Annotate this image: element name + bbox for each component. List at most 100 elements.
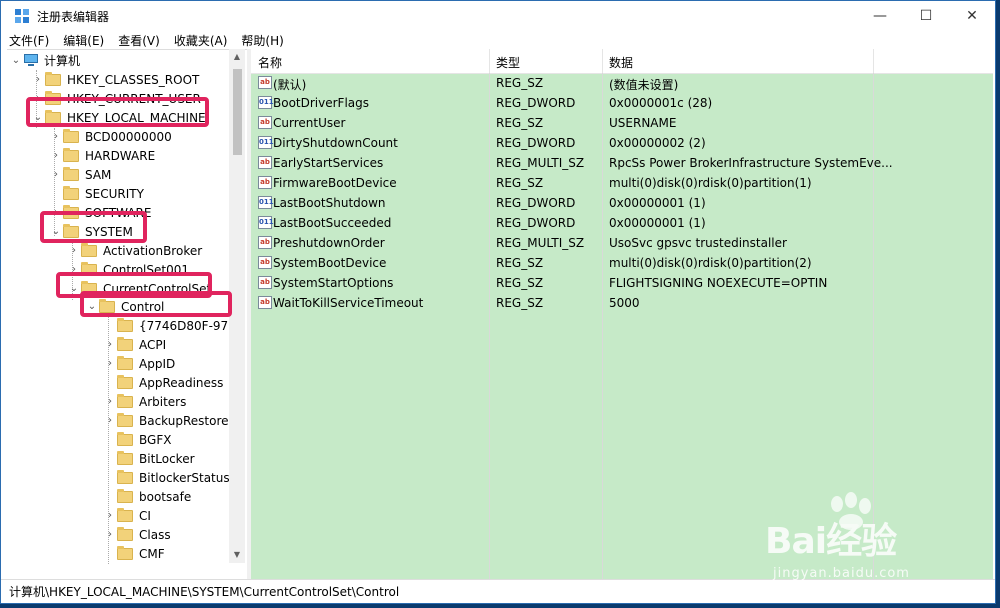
tree-item-bgfx[interactable]: BGFX <box>103 430 171 449</box>
tree-item-hkey-classes-root[interactable]: › HKEY_CLASSES_ROOT <box>31 70 199 89</box>
tree-item-bootsafe[interactable]: bootsafe <box>103 487 191 506</box>
chevron-right-icon[interactable]: › <box>103 529 117 540</box>
baidu-jingyan-watermark: Bai经验 jingyan.baidu.com <box>755 490 995 590</box>
tree-item-label: Class <box>139 527 171 542</box>
value-data: 0x0000001c (28) <box>609 96 713 110</box>
value-data: FLIGHTSIGNING NOEXECUTE=OPTIN <box>609 276 828 290</box>
tree-item-backuprestore[interactable]: › BackupRestore <box>103 411 229 430</box>
scroll-down-icon[interactable]: ▼ <box>229 547 245 563</box>
tree-scrollbar-thumb[interactable] <box>233 69 242 155</box>
folder-icon <box>63 128 79 143</box>
value-row[interactable]: 011 LastBootShutdown REG_DWORD 0x0000000… <box>251 193 993 213</box>
value-name: WaitToKillServiceTimeout <box>273 296 424 310</box>
value-row[interactable]: ab (默认) REG_SZ (数值未设置) <box>251 73 993 93</box>
minimize-button[interactable]: — <box>857 1 903 31</box>
value-type: REG_MULTI_SZ <box>496 156 585 170</box>
value-name: BootDriverFlags <box>273 96 370 110</box>
folder-icon <box>117 336 133 351</box>
value-row[interactable]: ab PreshutdownOrder REG_MULTI_SZ UsoSvc … <box>251 233 993 253</box>
value-row[interactable]: ab SystemBootDevice REG_SZ multi(0)disk(… <box>251 253 993 273</box>
column-header: 名称 类型 数据 <box>251 49 993 74</box>
highlight-control <box>80 291 232 317</box>
tree-item-class[interactable]: › Class <box>103 525 171 544</box>
chevron-right-icon[interactable]: › <box>31 74 45 85</box>
tree-item-label: Arbiters <box>139 394 187 409</box>
chevron-right-icon[interactable]: › <box>49 169 63 180</box>
scroll-up-icon[interactable]: ▲ <box>229 49 245 65</box>
tree-item-guid[interactable]: {7746D80F-97E0 <box>103 316 243 335</box>
folder-icon <box>63 147 79 162</box>
tree-item-sam[interactable]: › SAM <box>49 165 111 184</box>
value-data: RpcSs Power BrokerInfrastructure SystemE… <box>609 156 893 170</box>
folder-icon <box>117 374 133 389</box>
tree-item-cmf[interactable]: CMF <box>103 544 165 563</box>
maximize-button[interactable]: ☐ <box>903 1 949 31</box>
column-data[interactable]: 数据 <box>609 54 633 71</box>
value-row[interactable]: ab WaitToKillServiceTimeout REG_SZ 5000 <box>251 293 993 313</box>
tree-item-activationbroker[interactable]: › ActivationBroker <box>67 241 202 260</box>
tree-item-bcd[interactable]: › BCD00000000 <box>49 127 172 146</box>
folder-icon <box>117 469 133 484</box>
tree-item-label: BGFX <box>139 432 172 447</box>
menu-help[interactable]: 帮助(H) <box>234 32 290 49</box>
chevron-right-icon[interactable]: › <box>67 245 81 256</box>
value-row[interactable]: 011 LastBootSucceeded REG_DWORD 0x000000… <box>251 213 993 233</box>
tree-item-ci[interactable]: › CI <box>103 506 151 525</box>
chevron-right-icon[interactable]: › <box>49 131 63 142</box>
chevron-right-icon[interactable]: › <box>103 358 117 369</box>
column-type[interactable]: 类型 <box>496 54 520 71</box>
value-row[interactable]: 011 DirtyShutdownCount REG_DWORD 0x00000… <box>251 133 993 153</box>
watermark-brand: Bai经验 <box>765 521 897 562</box>
value-name: (默认) <box>273 78 307 92</box>
tree-item-bitlocker[interactable]: BitLocker <box>103 449 195 468</box>
folder-icon <box>117 450 133 465</box>
value-type: REG_SZ <box>496 256 544 270</box>
value-data: 0x00000001 (1) <box>609 216 706 230</box>
folder-icon <box>117 507 133 522</box>
value-data: 5000 <box>609 296 640 310</box>
value-row[interactable]: ab CurrentUser REG_SZ USERNAME <box>251 113 993 133</box>
value-type: REG_DWORD <box>496 196 576 210</box>
tree-item-appid[interactable]: › AppID <box>103 354 175 373</box>
chevron-right-icon[interactable]: › <box>103 415 117 426</box>
tree-item-hardware[interactable]: › HARDWARE <box>49 146 155 165</box>
tree-item-security[interactable]: SECURITY <box>49 184 144 203</box>
tree-item-label: SAM <box>85 167 112 182</box>
value-row[interactable]: ab EarlyStartServices REG_MULTI_SZ RpcSs… <box>251 153 993 173</box>
tree-item-label: {7746D80F-97E0 <box>139 318 244 333</box>
value-type: REG_MULTI_SZ <box>496 236 585 250</box>
column-divider[interactable] <box>873 49 874 73</box>
menu-edit[interactable]: 编辑(E) <box>56 32 111 49</box>
folder-icon <box>117 393 133 408</box>
tree-item-label: AppID <box>139 356 176 371</box>
value-row[interactable]: ab SystemStartOptions REG_SZ FLIGHTSIGNI… <box>251 273 993 293</box>
tree-item-computer[interactable]: ⌄ 计算机 <box>9 51 80 70</box>
close-button[interactable]: ✕ <box>949 1 995 31</box>
tree-item-bitlockerstatus[interactable]: BitlockerStatus <box>103 468 230 487</box>
tree-item-arbiters[interactable]: › Arbiters <box>103 392 186 411</box>
menu-favorites[interactable]: 收藏夹(A) <box>167 32 235 49</box>
chevron-right-icon[interactable]: › <box>49 150 63 161</box>
column-name[interactable]: 名称 <box>258 54 282 71</box>
folder-icon <box>63 166 79 181</box>
chevron-right-icon[interactable]: › <box>103 510 117 521</box>
chevron-right-icon[interactable]: › <box>103 396 117 407</box>
value-row[interactable]: ab FirmwareBootDevice REG_SZ multi(0)dis… <box>251 173 993 193</box>
menu-file[interactable]: 文件(F) <box>1 32 56 49</box>
value-row[interactable]: 011 BootDriverFlags REG_DWORD 0x0000001c… <box>251 93 993 113</box>
chevron-right-icon[interactable]: › <box>103 339 117 350</box>
value-type: REG_SZ <box>496 116 544 130</box>
column-divider[interactable] <box>489 49 490 73</box>
folder-icon <box>117 545 133 560</box>
column-divider[interactable] <box>602 49 603 73</box>
value-data: 0x00000002 (2) <box>609 136 706 150</box>
menu-view[interactable]: 查看(V) <box>111 32 167 49</box>
tree-item-acpi[interactable]: › ACPI <box>103 335 166 354</box>
value-name: CurrentUser <box>273 116 346 130</box>
tree-item-label: CI <box>139 508 151 523</box>
chevron-down-icon[interactable]: ⌄ <box>9 55 23 66</box>
value-data: USERNAME <box>609 116 677 130</box>
folder-icon <box>63 185 79 200</box>
tree-item-appreadiness[interactable]: AppReadiness <box>103 373 223 392</box>
title-bar: 注册表编辑器 — ☐ ✕ <box>1 1 995 31</box>
